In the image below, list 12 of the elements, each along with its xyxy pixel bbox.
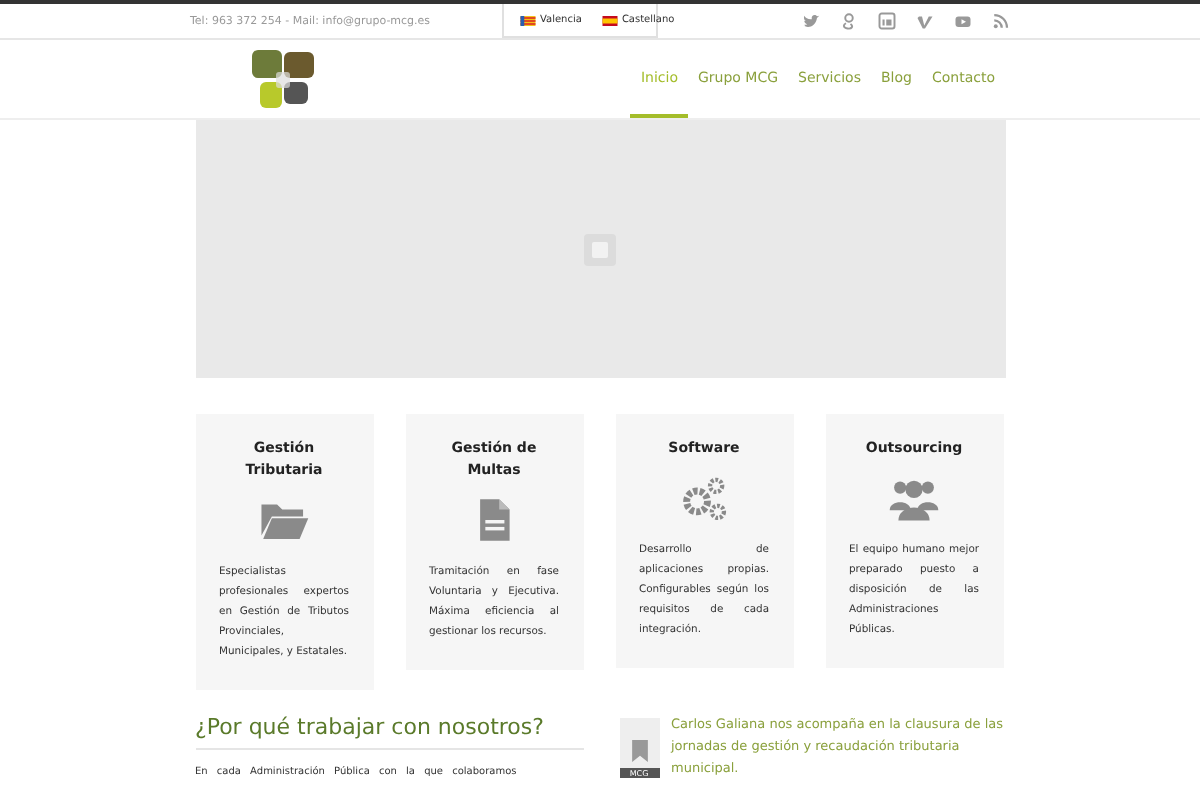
play-icon[interactable]	[954, 12, 972, 30]
logo-icon[interactable]	[251, 49, 315, 109]
flag-icon	[601, 15, 618, 25]
social-icon[interactable]	[878, 12, 896, 30]
bookmark-icon	[631, 740, 647, 762]
bird-icon[interactable]	[802, 12, 820, 30]
section-heading: ¿Por qué trabajar con nosotros?	[195, 714, 583, 750]
social-icon[interactable]	[840, 12, 858, 30]
service-icon	[678, 472, 730, 524]
rss-icon[interactable]	[992, 12, 1010, 30]
flag-icon	[520, 15, 536, 25]
social-icon[interactable]	[916, 12, 934, 30]
